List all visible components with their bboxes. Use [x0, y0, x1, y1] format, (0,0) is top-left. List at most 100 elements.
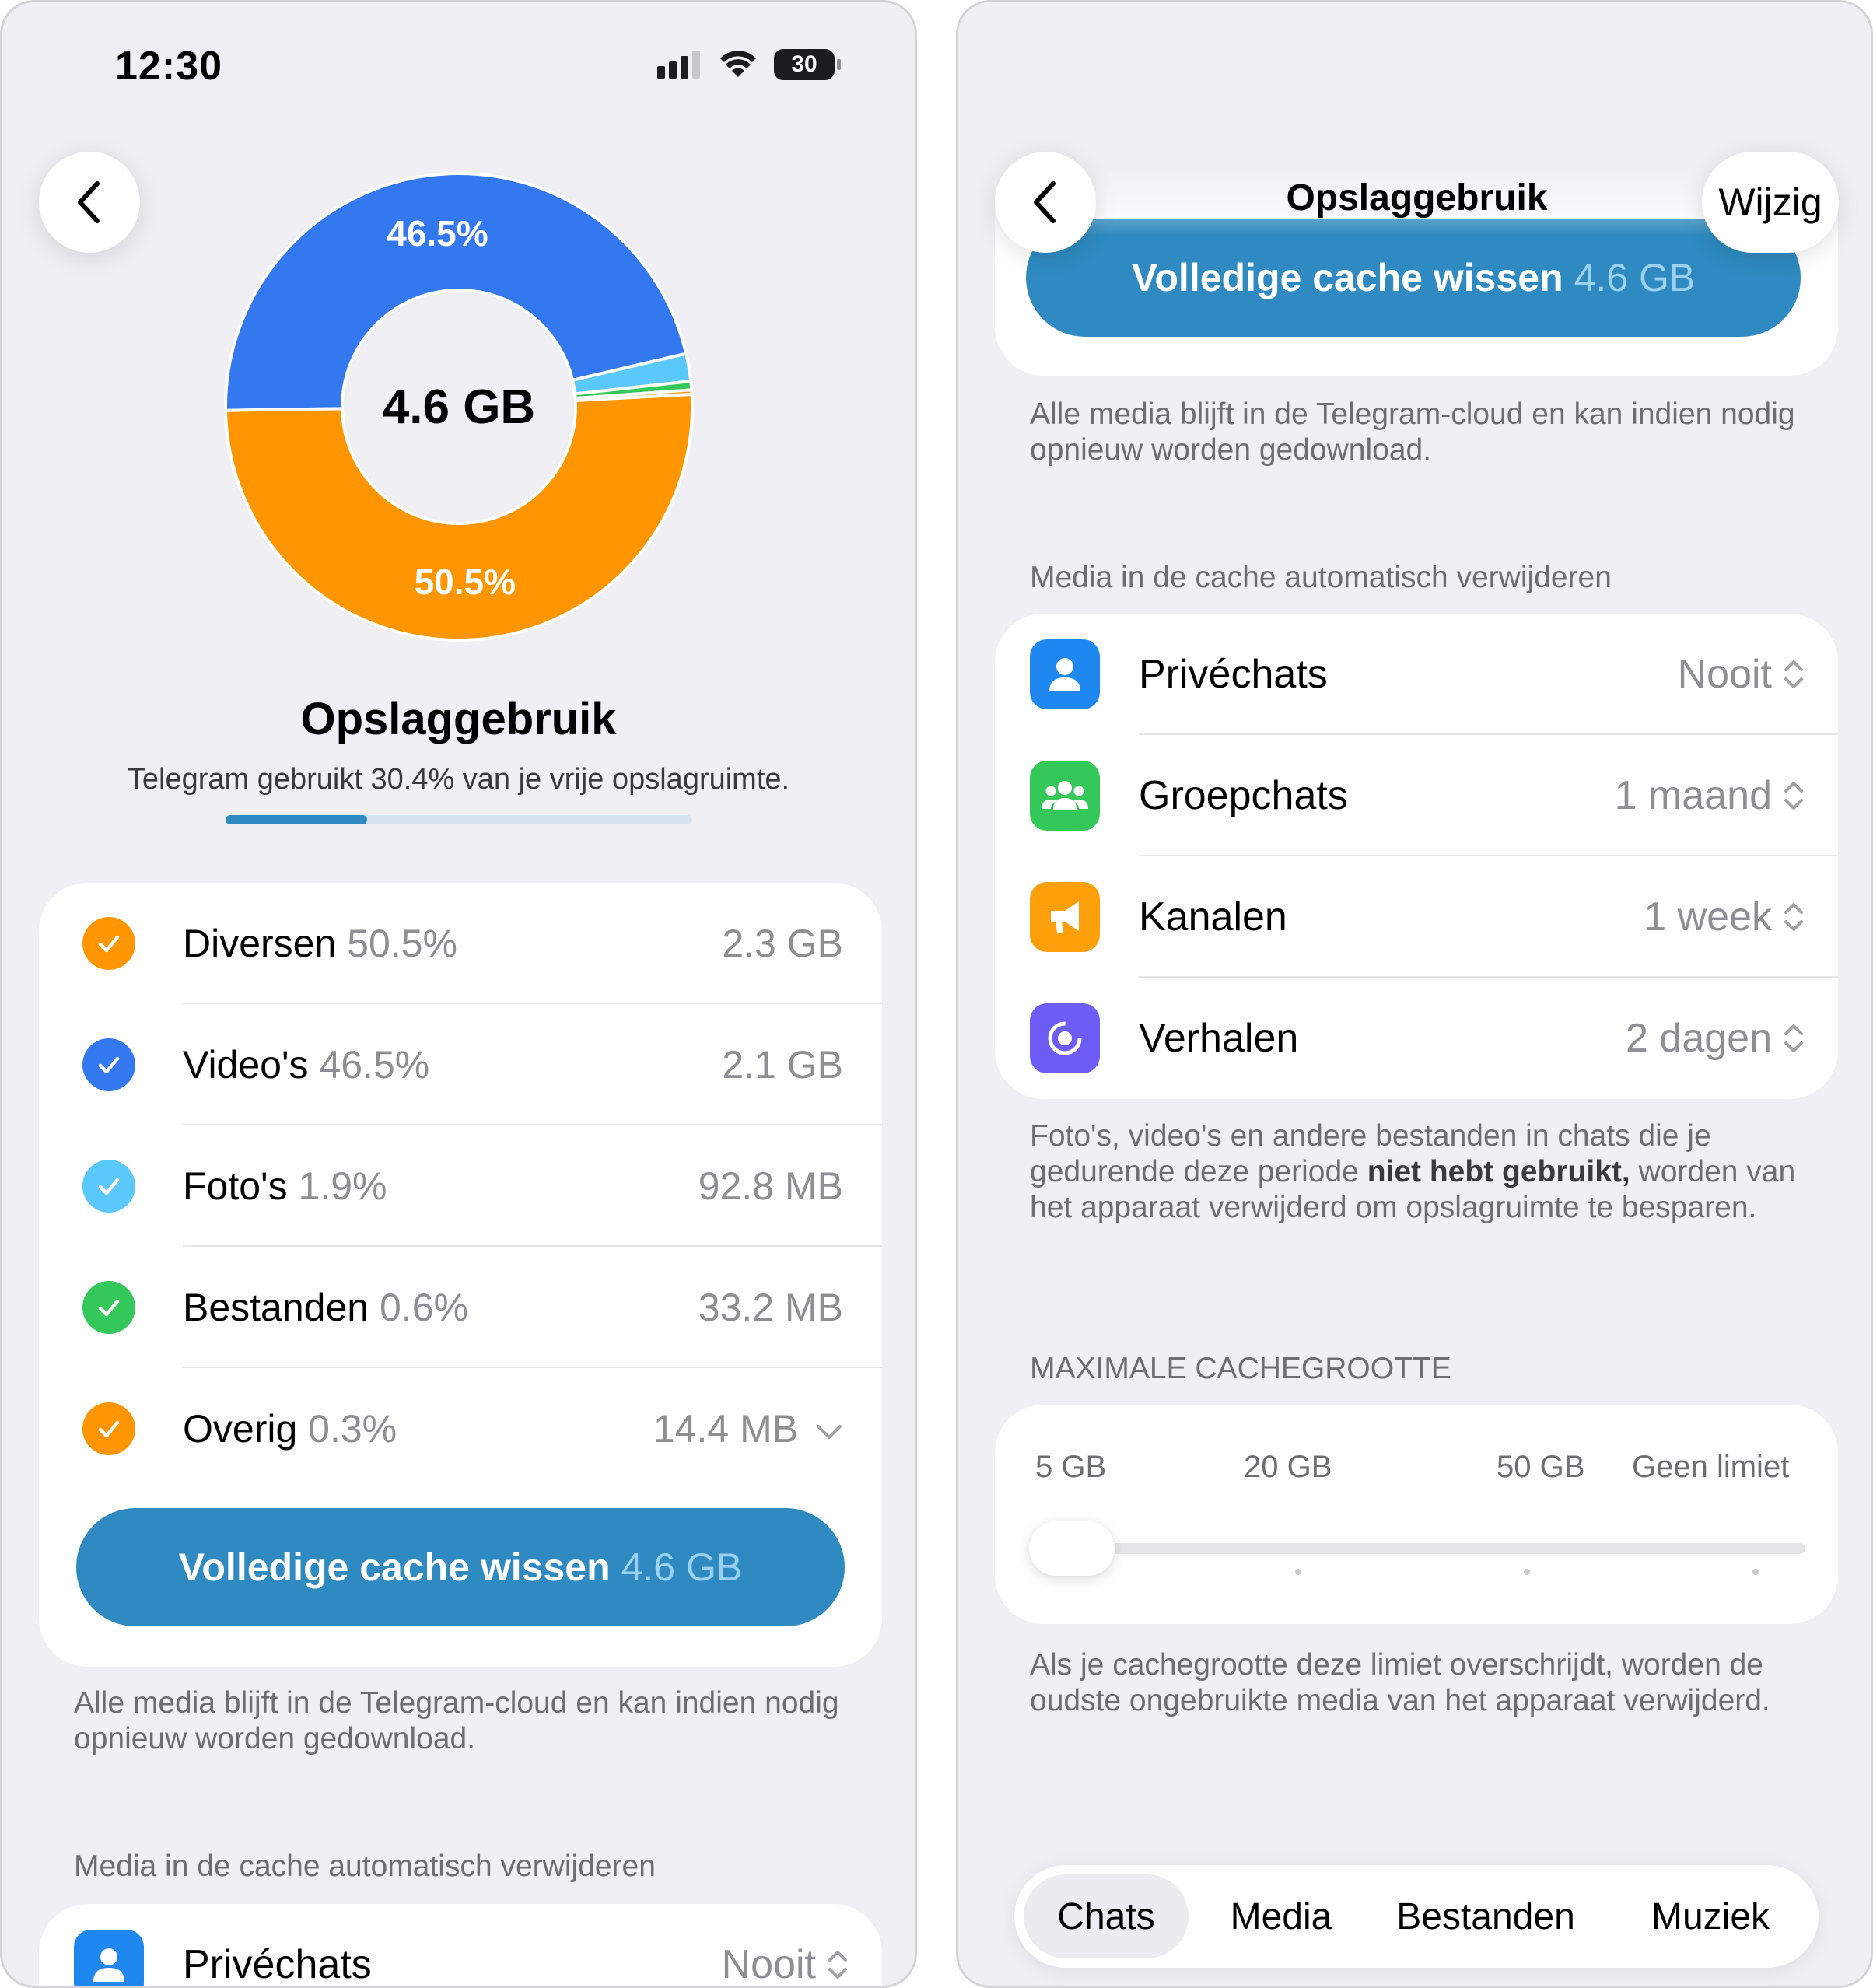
- cache-size-slider-track[interactable]: [1032, 1543, 1805, 1554]
- category-row[interactable]: Overig 0.3% 14.4 MB: [39, 1368, 882, 1489]
- category-name: Video's: [183, 1043, 309, 1087]
- cloud-note: Alle media blijft in de Telegram-cloud e…: [74, 1686, 839, 1755]
- tab-music[interactable]: Muziek: [1613, 1874, 1808, 1958]
- auto-delete-row-privéchats[interactable]: Privéchats Nooit: [995, 614, 1838, 735]
- category-label: Foto's 1.9%: [183, 1164, 387, 1209]
- auto-delete-label: Groepchats: [1139, 773, 1348, 818]
- slider-tick: [1524, 1569, 1530, 1575]
- tab-files[interactable]: Bestanden: [1369, 1874, 1602, 1958]
- tab-media[interactable]: Media: [1199, 1874, 1363, 1958]
- checkmark-icon[interactable]: [82, 917, 135, 970]
- slider-tick: [1752, 1569, 1759, 1575]
- category-name: Overig: [183, 1407, 298, 1451]
- slider-label-20gb: 20 GB: [1244, 1450, 1332, 1484]
- auto-delete-card: Privéchats Nooit Groepchats 1 maand Kanalen 1…: [995, 614, 1838, 1099]
- cellular-signal-icon: [1613, 51, 1656, 79]
- categories-card: Diversen 50.5% 2.3 GB Video's 46.5% 2.1 GB F…: [39, 883, 882, 1667]
- clear-cache-card: Volledige cache wissen 4.6 GB: [995, 119, 1838, 376]
- donut-center-label: 4.6 GB: [382, 380, 536, 434]
- storage-usage-bar: [226, 815, 692, 824]
- checkmark-icon[interactable]: [82, 1160, 135, 1213]
- slider-label-50gb: 50 GB: [1497, 1450, 1585, 1484]
- auto-delete-row-private[interactable]: Privéchats Nooit: [39, 1904, 882, 1987]
- clear-cache-button[interactable]: Volledige cache wissen 4.6 GB: [1026, 219, 1801, 337]
- auto-delete-value: Nooit: [721, 1942, 816, 1987]
- chevron-down-icon[interactable]: [815, 1423, 843, 1441]
- category-name: Foto's: [183, 1164, 288, 1208]
- category-row[interactable]: Video's 46.5% 2.1 GB: [39, 1004, 882, 1125]
- megaphone-icon: [1030, 882, 1100, 952]
- auto-delete-label: Kanalen: [1139, 894, 1287, 940]
- category-name: Bestanden: [183, 1286, 369, 1329]
- chevron-up-down-icon: [828, 1951, 847, 1979]
- auto-delete-value: 2 dagen: [1626, 1016, 1772, 1061]
- left-screen: 12:30 30 46.5% 0.3% 50.5% 4.6 GB Opslaggeb…: [0, 0, 917, 1988]
- right-screen: 12:31 30 Volledige cache wissen 4.6 GB O…: [956, 0, 1873, 1988]
- auto-delete-header: Media in de cache automatisch verwijdere…: [74, 1850, 656, 1883]
- clear-cache-size: 4.6 GB: [621, 1545, 743, 1589]
- status-time: 12:30: [115, 44, 222, 89]
- checkmark-icon[interactable]: [82, 1402, 135, 1455]
- status-time: 12:31: [1077, 44, 1184, 89]
- auto-delete-label: Privéchats: [183, 1942, 372, 1987]
- auto-delete-row-kanalen[interactable]: Kanalen 1 week: [995, 856, 1838, 978]
- category-size-value: 2.3 GB: [722, 922, 843, 965]
- clear-cache-label: Volledige cache wissen: [178, 1545, 611, 1589]
- tab-chats[interactable]: Chats: [1024, 1874, 1189, 1958]
- clear-cache-label: Volledige cache wissen: [1131, 256, 1563, 299]
- cellular-signal-icon: [657, 51, 700, 79]
- slider-tick: [1295, 1569, 1301, 1575]
- donut-slice-label: 50.5%: [415, 562, 516, 602]
- category-row[interactable]: Bestanden 0.6% 33.2 MB: [39, 1247, 882, 1368]
- category-percent: 0.6%: [380, 1286, 468, 1329]
- auto-delete-label: Verhalen: [1139, 1016, 1299, 1061]
- nav-title: Opslaggebruik: [1286, 177, 1548, 219]
- chevron-left-icon: [1034, 181, 1056, 223]
- status-bar-icons: 30: [657, 49, 841, 80]
- group-icon: [1030, 761, 1100, 831]
- storage-usage-fill: [226, 815, 368, 824]
- auto-delete-value: 1 week: [1644, 894, 1772, 940]
- checkmark-icon[interactable]: [82, 1038, 135, 1091]
- wifi-icon: [1676, 51, 1712, 77]
- category-size-value: 2.1 GB: [722, 1043, 843, 1087]
- stories-icon: [1030, 1003, 1100, 1073]
- battery-icon: 30: [774, 49, 841, 80]
- auto-delete-value: 1 maand: [1614, 773, 1772, 818]
- person-icon: [1030, 639, 1100, 709]
- clear-cache-button[interactable]: Volledige cache wissen 4.6 GB: [76, 1508, 845, 1626]
- category-label: Video's 46.5%: [183, 1042, 429, 1087]
- max-cache-card: 5 GB 20 GB 50 GB Geen limiet: [995, 1405, 1838, 1624]
- category-percent: 46.5%: [319, 1043, 430, 1087]
- category-size-value: 14.4 MB: [653, 1407, 799, 1451]
- auto-delete-label: Privéchats: [1139, 652, 1328, 697]
- battery-icon: 30: [1730, 49, 1797, 80]
- auto-delete-header: Media in de cache automatisch verwijdere…: [1030, 561, 1612, 594]
- category-row[interactable]: Diversen 50.5% 2.3 GB: [39, 883, 882, 1004]
- category-percent: 0.3%: [308, 1407, 397, 1451]
- storage-subtitle: Telegram gebruikt 30.4% van je vrije ops…: [127, 763, 790, 796]
- chevron-up-down-icon: [1784, 660, 1803, 688]
- auto-delete-row-verhalen[interactable]: Verhalen 2 dagen: [995, 978, 1838, 1099]
- category-size: 14.4 MB: [653, 1406, 843, 1451]
- slider-label-5gb: 5 GB: [1035, 1450, 1107, 1484]
- back-button[interactable]: [995, 152, 1096, 253]
- status-bar-icons: 30: [1613, 49, 1797, 80]
- back-button[interactable]: [39, 152, 140, 253]
- chevron-up-down-icon: [1784, 903, 1803, 931]
- auto-delete-row-groepchats[interactable]: Groepchats 1 maand: [995, 735, 1838, 856]
- chevron-up-down-icon: [1784, 1024, 1803, 1052]
- category-name: Diversen: [183, 922, 337, 965]
- chevron-left-icon: [78, 181, 100, 223]
- auto-delete-value: Nooit: [1677, 652, 1772, 697]
- category-size: 33.2 MB: [698, 1285, 843, 1330]
- cache-size-slider-thumb[interactable]: [1029, 1521, 1115, 1576]
- category-percent: 50.5%: [347, 922, 457, 965]
- media-type-tabbar: Chats Media Bestanden Muziek: [1014, 1865, 1819, 1968]
- edit-button[interactable]: Wijzig: [1702, 152, 1839, 253]
- auto-delete-note: Foto's, video's en andere bestanden in c…: [1030, 1118, 1808, 1226]
- cloud-note: Alle media blijft in de Telegram-cloud e…: [1030, 397, 1795, 467]
- checkmark-icon[interactable]: [82, 1281, 135, 1334]
- category-row[interactable]: Foto's 1.9% 92.8 MB: [39, 1125, 882, 1247]
- category-size-value: 33.2 MB: [698, 1286, 843, 1329]
